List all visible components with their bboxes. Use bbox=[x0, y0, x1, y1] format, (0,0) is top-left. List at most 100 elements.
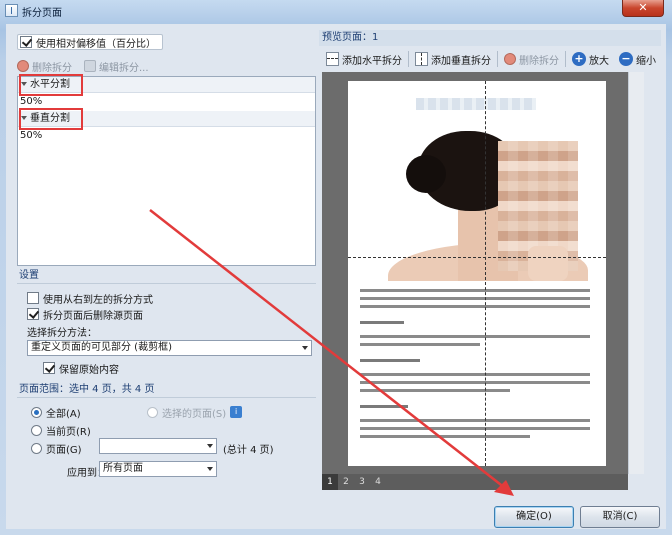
annotation-box-horizontal bbox=[19, 74, 83, 96]
preview-scrollbar[interactable] bbox=[628, 72, 644, 474]
split-list[interactable]: 水平分割 50% 垂直分割 50% bbox=[17, 76, 316, 266]
text-line bbox=[360, 297, 590, 300]
text-line bbox=[360, 321, 404, 324]
delete-source-option[interactable]: 拆分页面后删除源页面 bbox=[27, 306, 143, 322]
delete-split-preview-label: 删除拆分 bbox=[519, 55, 559, 67]
close-button[interactable]: ✕ bbox=[622, 0, 664, 17]
chevron-down-icon bbox=[207, 467, 213, 471]
range-all-radio[interactable] bbox=[31, 406, 42, 418]
edit-split-label: 编辑拆分... bbox=[99, 62, 149, 74]
range-pages-label: 页面(G) bbox=[46, 444, 82, 456]
cancel-button[interactable]: 取消(C) bbox=[580, 506, 660, 528]
apply-to-select[interactable]: 所有页面 bbox=[99, 461, 217, 477]
keep-content-label: 保留原始内容 bbox=[59, 364, 119, 376]
zoom-in-button[interactable]: + 放大 bbox=[568, 49, 613, 69]
page-tab-4[interactable]: 4 bbox=[370, 474, 386, 490]
pages-input[interactable] bbox=[99, 438, 217, 454]
apply-to-value: 所有页面 bbox=[103, 463, 143, 474]
image-hair-bun bbox=[406, 155, 446, 193]
zoom-in-label: 放大 bbox=[589, 55, 609, 67]
zoom-out-label: 缩小 bbox=[636, 55, 656, 67]
preview-header: 预览页面：1 bbox=[319, 30, 661, 46]
range-current-radio[interactable] bbox=[31, 424, 42, 436]
horizontal-split-line[interactable] bbox=[348, 257, 606, 258]
zoom-out-icon: − bbox=[619, 52, 633, 66]
image-hand bbox=[528, 246, 568, 281]
dialog-body: 使用相对偏移值（百分比） 删除拆分 编辑拆分... 水平分割 50% 垂直分割 … bbox=[6, 24, 666, 529]
chevron-down-icon bbox=[207, 444, 213, 448]
add-horizontal-split-label: 添加水平拆分 bbox=[342, 55, 402, 67]
keep-content-checkbox[interactable] bbox=[43, 362, 55, 374]
range-pages-option[interactable]: 页面(G) bbox=[31, 440, 82, 456]
page-preview-canvas[interactable] bbox=[322, 72, 628, 474]
split-method-label: 选择拆分方法： bbox=[27, 328, 97, 339]
use-relative-offset-checkbox[interactable] bbox=[20, 36, 32, 48]
total-pages-label: (总计 4 页) bbox=[223, 445, 274, 456]
add-horizontal-split-button[interactable]: 添加水平拆分 bbox=[322, 49, 406, 69]
ok-button[interactable]: 确定(O) bbox=[494, 506, 574, 528]
text-line bbox=[360, 381, 590, 384]
delete-split-preview-button[interactable]: 删除拆分 bbox=[500, 49, 563, 69]
list-item[interactable]: 50% bbox=[20, 129, 42, 143]
range-all-option[interactable]: 全部(A) bbox=[31, 404, 81, 420]
text-line bbox=[360, 435, 530, 438]
range-selected-radio[interactable] bbox=[147, 406, 158, 418]
toolbar-separator bbox=[565, 51, 566, 67]
use-relative-offset-option[interactable]: 使用相对偏移值（百分比） bbox=[17, 34, 163, 50]
settings-header: 设置 bbox=[17, 268, 316, 284]
zoom-out-button[interactable]: − 缩小 bbox=[615, 49, 660, 69]
delete-source-label: 拆分页面后删除源页面 bbox=[43, 310, 143, 322]
page-tab-3[interactable]: 3 bbox=[354, 474, 370, 490]
text-line bbox=[360, 405, 408, 408]
vertical-split-icon bbox=[415, 52, 428, 66]
text-line bbox=[360, 389, 510, 392]
preview-panel: 预览页面：1 添加水平拆分 添加垂直拆分 删除拆分 + 放大 − 缩小 1 2 … bbox=[319, 30, 661, 490]
mosaic-title bbox=[416, 98, 536, 110]
list-item[interactable]: 50% bbox=[20, 95, 42, 109]
delete-source-checkbox[interactable] bbox=[27, 308, 39, 320]
split-pages-dialog: 拆分页面 ✕ 使用相对偏移值（百分比） 删除拆分 编辑拆分... 水平分割 50… bbox=[0, 0, 672, 535]
text-line bbox=[360, 373, 590, 376]
page-tab-2[interactable]: 2 bbox=[338, 474, 354, 490]
split-method-select[interactable]: 重定义页面的可见部分 (裁剪框) bbox=[27, 340, 312, 356]
delete-split-button[interactable]: 删除拆分 bbox=[17, 59, 72, 74]
keep-content-option[interactable]: 保留原始内容 bbox=[43, 360, 119, 376]
range-current-option[interactable]: 当前页(R) bbox=[31, 422, 91, 438]
page-range-header: 页面范围：选中 4 页，共 4 页 bbox=[17, 382, 316, 398]
text-line bbox=[360, 359, 420, 362]
window-title: 拆分页面 bbox=[22, 8, 62, 19]
toolbar-separator bbox=[497, 51, 498, 67]
text-line bbox=[360, 427, 590, 430]
rtl-split-option[interactable]: 使用从右到左的拆分方式 bbox=[27, 290, 153, 306]
range-selected-label: 选择的页面(S) bbox=[162, 408, 227, 420]
range-pages-radio[interactable] bbox=[31, 442, 42, 454]
add-vertical-split-button[interactable]: 添加垂直拆分 bbox=[411, 49, 495, 69]
add-vertical-split-label: 添加垂直拆分 bbox=[431, 55, 491, 67]
split-list-toolbar: 删除拆分 编辑拆分... bbox=[17, 56, 316, 76]
delete-icon bbox=[504, 53, 516, 65]
split-method-value: 重定义页面的可见部分 (裁剪框) bbox=[31, 342, 172, 353]
split-settings-panel: 使用相对偏移值（百分比） 删除拆分 编辑拆分... 水平分割 50% 垂直分割 … bbox=[13, 30, 318, 488]
range-current-label: 当前页(R) bbox=[46, 426, 91, 438]
edit-split-button[interactable]: 编辑拆分... bbox=[84, 59, 149, 74]
text-line bbox=[360, 335, 590, 338]
toolbar-separator bbox=[408, 51, 409, 67]
preview-toolbar: 添加水平拆分 添加垂直拆分 删除拆分 + 放大 − 缩小 bbox=[319, 48, 661, 70]
text-line bbox=[360, 289, 590, 292]
preview-page bbox=[348, 81, 606, 466]
zoom-in-icon: + bbox=[572, 52, 586, 66]
page-tab-1[interactable]: 1 bbox=[322, 474, 338, 490]
horizontal-split-icon bbox=[326, 52, 339, 66]
vertical-split-line[interactable] bbox=[485, 81, 486, 466]
text-line bbox=[360, 305, 590, 308]
range-all-label: 全部(A) bbox=[46, 408, 81, 420]
title-bar: 拆分页面 ✕ bbox=[0, 0, 672, 22]
info-icon[interactable]: i bbox=[230, 406, 243, 418]
use-relative-offset-label: 使用相对偏移值（百分比） bbox=[36, 38, 156, 50]
range-selected-option[interactable]: 选择的页面(S) i bbox=[147, 404, 243, 420]
rtl-split-checkbox[interactable] bbox=[27, 292, 39, 304]
page-tabs: 1 2 3 4 bbox=[322, 474, 628, 490]
split-page-app-icon bbox=[5, 4, 18, 17]
annotation-box-vertical bbox=[19, 108, 83, 130]
chevron-down-icon bbox=[302, 346, 308, 350]
